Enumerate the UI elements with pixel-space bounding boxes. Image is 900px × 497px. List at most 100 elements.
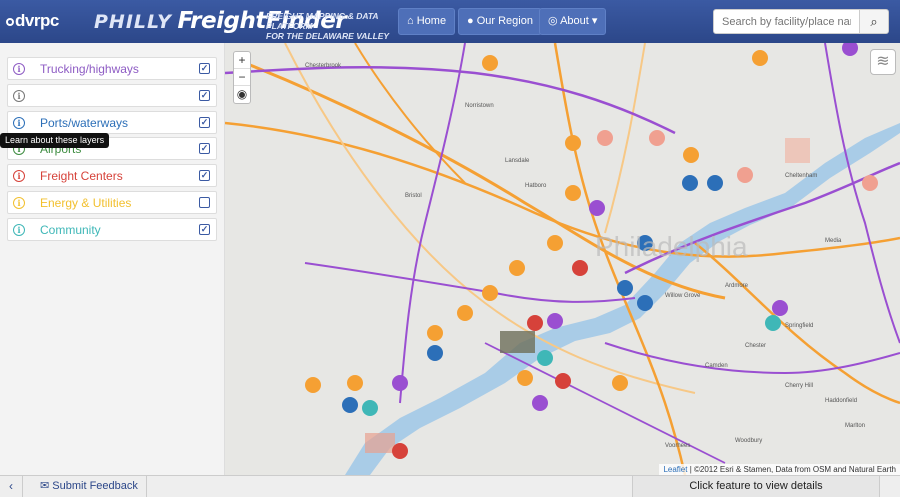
- home-button[interactable]: ⌂ Home: [398, 8, 456, 35]
- map-canvas[interactable]: [225, 43, 900, 475]
- layer-checkbox[interactable]: ✓: [199, 63, 210, 74]
- map-place-label: Bristol: [405, 193, 422, 199]
- layer-row[interactable]: i Freight Centers ✓: [7, 164, 217, 188]
- truck-facility-marker[interactable]: [482, 285, 498, 301]
- map-place-label: Norristown: [465, 103, 494, 109]
- leaflet-link[interactable]: Leaflet: [663, 465, 687, 474]
- tagline-line-1: FREIGHT MAPPING & DATA PLATFORM: [266, 11, 379, 31]
- locate-icon[interactable]: ◉: [234, 86, 250, 103]
- freight-center-marker[interactable]: [597, 130, 613, 146]
- layer-label: Freight Centers: [40, 169, 123, 184]
- globe-icon: ●: [467, 15, 474, 27]
- layer-row[interactable]: i Energy & Utilities: [7, 191, 217, 214]
- layers-control[interactable]: ≋: [870, 49, 896, 75]
- truck-facility-marker[interactable]: [565, 185, 581, 201]
- layer-checkbox[interactable]: ✓: [199, 170, 210, 182]
- rail-line[interactable]: [824, 43, 900, 344]
- layer-checkbox[interactable]: ✓: [199, 143, 210, 155]
- truck-facility-marker[interactable]: [347, 375, 363, 391]
- map-place-label: Chesterbrook: [305, 63, 342, 69]
- layer-row[interactable]: i Trucking/highways ✓: [7, 57, 217, 80]
- truck-facility-marker[interactable]: [427, 325, 443, 341]
- truck-facility-marker[interactable]: [509, 260, 525, 276]
- port-marker[interactable]: [707, 175, 723, 191]
- info-icon[interactable]: i: [13, 223, 25, 236]
- our-region-button[interactable]: ● Our Region: [458, 8, 542, 35]
- org-name: dvrpc: [15, 11, 59, 30]
- zoom-out-button[interactable]: −: [234, 69, 250, 86]
- info-icon[interactable]: i: [13, 197, 25, 209]
- info-icon[interactable]: i: [13, 116, 25, 129]
- port-marker[interactable]: [342, 397, 358, 413]
- community-marker[interactable]: [765, 315, 781, 331]
- layer-row[interactable]: i ✓: [7, 83, 217, 107]
- about-dropdown[interactable]: ◎ About ▾: [539, 8, 607, 35]
- port-marker[interactable]: [617, 280, 633, 296]
- truck-facility-marker[interactable]: [517, 370, 533, 386]
- layer-row[interactable]: i Community ✓: [7, 217, 217, 241]
- search-input[interactable]: [713, 9, 860, 34]
- truck-facility-marker[interactable]: [683, 147, 699, 163]
- layer-info-tooltip: Learn about these layers: [0, 133, 110, 148]
- layer-row[interactable]: i Ports/waterways ✓: [7, 110, 217, 134]
- layer-checkbox[interactable]: ✓: [199, 89, 210, 101]
- our-region-label: Our Region: [476, 15, 533, 27]
- rail-facility-marker[interactable]: [772, 300, 788, 316]
- layer-label: Energy & Utilities: [40, 196, 132, 210]
- rail-facility-marker[interactable]: [547, 313, 563, 329]
- about-label: About: [560, 15, 589, 27]
- layer-checkbox[interactable]: [199, 197, 210, 208]
- truck-facility-marker[interactable]: [752, 50, 768, 66]
- highway-line[interactable]: [354, 43, 466, 184]
- truck-facility-marker[interactable]: [547, 235, 563, 251]
- layers-icon: ≋: [876, 53, 890, 70]
- app-title-philly: PHILLY: [94, 11, 172, 33]
- navbar: dvrpc PHILLY FreightFinder FREIGHT MAPPI…: [0, 0, 900, 43]
- truck-facility-marker[interactable]: [482, 55, 498, 71]
- search-button[interactable]: ⌕: [859, 9, 889, 34]
- freight-center-marker[interactable]: [555, 373, 571, 389]
- truck-facility-marker[interactable]: [457, 305, 473, 321]
- rail-facility-marker[interactable]: [392, 375, 408, 391]
- tagline: FREIGHT MAPPING & DATA PLATFORM FOR THE …: [266, 11, 396, 41]
- info-icon[interactable]: i: [13, 63, 25, 75]
- community-marker[interactable]: [362, 400, 378, 416]
- freight-center-marker[interactable]: [862, 175, 878, 191]
- footer: ‹ ✉ Submit Feedback Click feature to vie…: [0, 475, 900, 497]
- map-place-label: Woodbury: [735, 438, 763, 444]
- port-marker[interactable]: [637, 295, 653, 311]
- home-label: Home: [416, 15, 447, 27]
- freight-center-marker[interactable]: [737, 167, 753, 183]
- status-text: Click feature to view details: [632, 476, 880, 497]
- collapse-sidebar-button[interactable]: ‹: [0, 476, 23, 497]
- port-marker[interactable]: [427, 345, 443, 361]
- community-marker[interactable]: [537, 350, 553, 366]
- freight-center-marker[interactable]: [527, 315, 543, 331]
- map[interactable]: Chesterbrook Norristown Lansdale Hatboro Bri…: [225, 43, 900, 475]
- dvrpc-logo[interactable]: dvrpc: [6, 11, 59, 31]
- freight-center-marker[interactable]: [572, 260, 588, 276]
- industrial-area: [785, 138, 810, 163]
- tagline-line-2: FOR THE DELAWARE VALLEY: [266, 31, 390, 41]
- rail-facility-marker[interactable]: [589, 200, 605, 216]
- truck-facility-marker[interactable]: [565, 135, 581, 151]
- info-icon[interactable]: i: [13, 170, 25, 183]
- freight-center-marker[interactable]: [392, 443, 408, 459]
- rail-facility-marker[interactable]: [842, 43, 858, 56]
- submit-feedback-button[interactable]: ✉ Submit Feedback: [34, 476, 147, 497]
- truck-facility-marker[interactable]: [305, 377, 321, 393]
- layer-sidebar: i Trucking/highways ✓ i ✓ i Ports/waterways ✓ i A…: [0, 43, 225, 475]
- info-icon[interactable]: i: [13, 89, 25, 102]
- port-marker[interactable]: [682, 175, 698, 191]
- freight-center-marker[interactable]: [649, 130, 665, 146]
- map-attribution: Leaflet | ©2012 Esri & Stamen, Data from…: [659, 464, 900, 475]
- truck-facility-marker[interactable]: [612, 375, 628, 391]
- layer-checkbox[interactable]: ✓: [199, 223, 210, 235]
- layer-checkbox[interactable]: ✓: [199, 116, 210, 128]
- layer-label: Ports/waterways: [40, 115, 129, 130]
- zoom-in-button[interactable]: +: [234, 52, 250, 69]
- rail-facility-marker[interactable]: [532, 395, 548, 411]
- highway-line[interactable]: [284, 43, 696, 394]
- about-icon: ◎: [548, 15, 558, 27]
- map-place-label: Haddonfield: [825, 398, 858, 404]
